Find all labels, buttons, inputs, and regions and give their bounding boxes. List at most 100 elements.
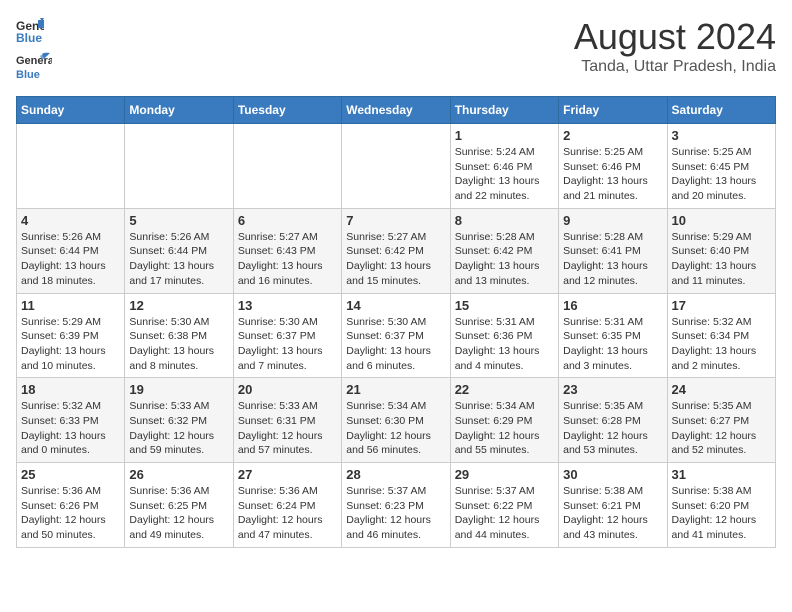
day-info: Sunrise: 5:36 AM Sunset: 6:26 PM Dayligh… (21, 484, 120, 543)
calendar-cell: 9Sunrise: 5:28 AM Sunset: 6:41 PM Daylig… (559, 208, 667, 293)
day-info: Sunrise: 5:34 AM Sunset: 6:29 PM Dayligh… (455, 399, 554, 458)
day-info: Sunrise: 5:33 AM Sunset: 6:31 PM Dayligh… (238, 399, 337, 458)
calendar-cell: 11Sunrise: 5:29 AM Sunset: 6:39 PM Dayli… (17, 293, 125, 378)
day-number: 1 (455, 128, 554, 143)
day-number: 8 (455, 213, 554, 228)
day-number: 10 (672, 213, 771, 228)
day-info: Sunrise: 5:28 AM Sunset: 6:41 PM Dayligh… (563, 230, 662, 289)
day-info: Sunrise: 5:35 AM Sunset: 6:28 PM Dayligh… (563, 399, 662, 458)
day-number: 18 (21, 382, 120, 397)
day-info: Sunrise: 5:26 AM Sunset: 6:44 PM Dayligh… (21, 230, 120, 289)
calendar-cell: 8Sunrise: 5:28 AM Sunset: 6:42 PM Daylig… (450, 208, 558, 293)
day-info: Sunrise: 5:30 AM Sunset: 6:37 PM Dayligh… (346, 315, 445, 374)
calendar-cell: 10 Sunrise: 5:29 AM Sunset: 6:40 PM Dayli… (667, 208, 775, 293)
svg-text:Blue: Blue (16, 31, 42, 44)
calendar-cell (17, 124, 125, 209)
day-number: 16 (563, 298, 662, 313)
header-cell-sunday: Sunday (17, 97, 125, 124)
calendar-cell: 18 Sunrise: 5:32 AM Sunset: 6:33 PM Dayli… (17, 378, 125, 463)
day-info: Sunrise: 5:29 AM Sunset: 6:40 PM Dayligh… (672, 230, 771, 289)
day-number: 14 (346, 298, 445, 313)
calendar-body: 1 Sunrise: 5:24 AM Sunset: 6:46 PM Daylig… (17, 124, 776, 548)
day-info: Sunrise: 5:35 AM Sunset: 6:27 PM Dayligh… (672, 399, 771, 458)
day-info: Sunrise: 5:27 AM Sunset: 6:42 PM Dayligh… (346, 230, 445, 289)
day-number: 2 (563, 128, 662, 143)
day-number: 3 (672, 128, 771, 143)
header-cell-tuesday: Tuesday (233, 97, 341, 124)
day-number: 30 (563, 467, 662, 482)
calendar-cell: 19 Sunrise: 5:33 AM Sunset: 6:32 PM Dayli… (125, 378, 233, 463)
calendar-cell: 2Sunrise: 5:25 AM Sunset: 6:46 PM Daylig… (559, 124, 667, 209)
calendar-cell: 22 Sunrise: 5:34 AM Sunset: 6:29 PM Dayli… (450, 378, 558, 463)
day-info: Sunrise: 5:32 AM Sunset: 6:33 PM Dayligh… (21, 399, 120, 458)
day-number: 4 (21, 213, 120, 228)
day-number: 31 (672, 467, 771, 482)
logo: General Blue General Blue (16, 16, 52, 84)
day-number: 20 (238, 382, 337, 397)
calendar-cell (125, 124, 233, 209)
day-info: Sunrise: 5:34 AM Sunset: 6:30 PM Dayligh… (346, 399, 445, 458)
week-row-4: 25 Sunrise: 5:36 AM Sunset: 6:26 PM Dayli… (17, 463, 776, 548)
day-number: 29 (455, 467, 554, 482)
week-row-1: 4 Sunrise: 5:26 AM Sunset: 6:44 PM Daylig… (17, 208, 776, 293)
svg-text:General: General (16, 55, 52, 67)
calendar-table: SundayMondayTuesdayWednesdayThursdayFrid… (16, 96, 776, 548)
day-info: Sunrise: 5:24 AM Sunset: 6:46 PM Dayligh… (455, 145, 554, 204)
calendar-cell: 23 Sunrise: 5:35 AM Sunset: 6:28 PM Dayli… (559, 378, 667, 463)
calendar-cell: 7 Sunrise: 5:27 AM Sunset: 6:42 PM Daylig… (342, 208, 450, 293)
main-title: August 2024 (574, 16, 776, 58)
logo-bird-icon: General Blue (16, 48, 52, 84)
day-info: Sunrise: 5:27 AM Sunset: 6:43 PM Dayligh… (238, 230, 337, 289)
day-number: 12 (129, 298, 228, 313)
calendar-cell: 6 Sunrise: 5:27 AM Sunset: 6:43 PM Daylig… (233, 208, 341, 293)
header-cell-thursday: Thursday (450, 97, 558, 124)
svg-text:Blue: Blue (16, 69, 40, 81)
day-number: 15 (455, 298, 554, 313)
calendar-cell: 12 Sunrise: 5:30 AM Sunset: 6:38 PM Dayli… (125, 293, 233, 378)
calendar-cell: 30Sunrise: 5:38 AM Sunset: 6:21 PM Dayli… (559, 463, 667, 548)
day-info: Sunrise: 5:37 AM Sunset: 6:22 PM Dayligh… (455, 484, 554, 543)
week-row-2: 11Sunrise: 5:29 AM Sunset: 6:39 PM Dayli… (17, 293, 776, 378)
header-cell-wednesday: Wednesday (342, 97, 450, 124)
day-number: 25 (21, 467, 120, 482)
day-number: 17 (672, 298, 771, 313)
week-row-3: 18 Sunrise: 5:32 AM Sunset: 6:33 PM Dayli… (17, 378, 776, 463)
calendar-cell: 1 Sunrise: 5:24 AM Sunset: 6:46 PM Daylig… (450, 124, 558, 209)
calendar-header-row: SundayMondayTuesdayWednesdayThursdayFrid… (17, 97, 776, 124)
day-number: 11 (21, 298, 120, 313)
day-info: Sunrise: 5:36 AM Sunset: 6:25 PM Dayligh… (129, 484, 228, 543)
day-number: 13 (238, 298, 337, 313)
title-area: August 2024 Tanda, Uttar Pradesh, India (574, 16, 776, 76)
calendar-cell: 21Sunrise: 5:34 AM Sunset: 6:30 PM Dayli… (342, 378, 450, 463)
day-number: 6 (238, 213, 337, 228)
calendar-cell (342, 124, 450, 209)
header-cell-friday: Friday (559, 97, 667, 124)
day-info: Sunrise: 5:37 AM Sunset: 6:23 PM Dayligh… (346, 484, 445, 543)
day-info: Sunrise: 5:38 AM Sunset: 6:20 PM Dayligh… (672, 484, 771, 543)
day-number: 28 (346, 467, 445, 482)
calendar-cell: 16 Sunrise: 5:31 AM Sunset: 6:35 PM Dayli… (559, 293, 667, 378)
header-cell-saturday: Saturday (667, 97, 775, 124)
day-number: 5 (129, 213, 228, 228)
calendar-cell: 26Sunrise: 5:36 AM Sunset: 6:25 PM Dayli… (125, 463, 233, 548)
day-number: 19 (129, 382, 228, 397)
calendar-cell: 28 Sunrise: 5:37 AM Sunset: 6:23 PM Dayli… (342, 463, 450, 548)
day-info: Sunrise: 5:26 AM Sunset: 6:44 PM Dayligh… (129, 230, 228, 289)
calendar-cell: 4 Sunrise: 5:26 AM Sunset: 6:44 PM Daylig… (17, 208, 125, 293)
day-number: 7 (346, 213, 445, 228)
day-info: Sunrise: 5:31 AM Sunset: 6:36 PM Dayligh… (455, 315, 554, 374)
day-info: Sunrise: 5:31 AM Sunset: 6:35 PM Dayligh… (563, 315, 662, 374)
logo-icon: General Blue (16, 16, 44, 44)
calendar-cell: 27Sunrise: 5:36 AM Sunset: 6:24 PM Dayli… (233, 463, 341, 548)
calendar-cell: 25 Sunrise: 5:36 AM Sunset: 6:26 PM Dayli… (17, 463, 125, 548)
calendar-cell: 24Sunrise: 5:35 AM Sunset: 6:27 PM Dayli… (667, 378, 775, 463)
calendar-cell: 3Sunrise: 5:25 AM Sunset: 6:45 PM Daylig… (667, 124, 775, 209)
day-number: 22 (455, 382, 554, 397)
day-info: Sunrise: 5:30 AM Sunset: 6:38 PM Dayligh… (129, 315, 228, 374)
calendar-cell: 17Sunrise: 5:32 AM Sunset: 6:34 PM Dayli… (667, 293, 775, 378)
day-info: Sunrise: 5:30 AM Sunset: 6:37 PM Dayligh… (238, 315, 337, 374)
day-info: Sunrise: 5:33 AM Sunset: 6:32 PM Dayligh… (129, 399, 228, 458)
calendar-cell: 29 Sunrise: 5:37 AM Sunset: 6:22 PM Dayli… (450, 463, 558, 548)
calendar-cell: 20 Sunrise: 5:33 AM Sunset: 6:31 PM Dayli… (233, 378, 341, 463)
day-number: 23 (563, 382, 662, 397)
